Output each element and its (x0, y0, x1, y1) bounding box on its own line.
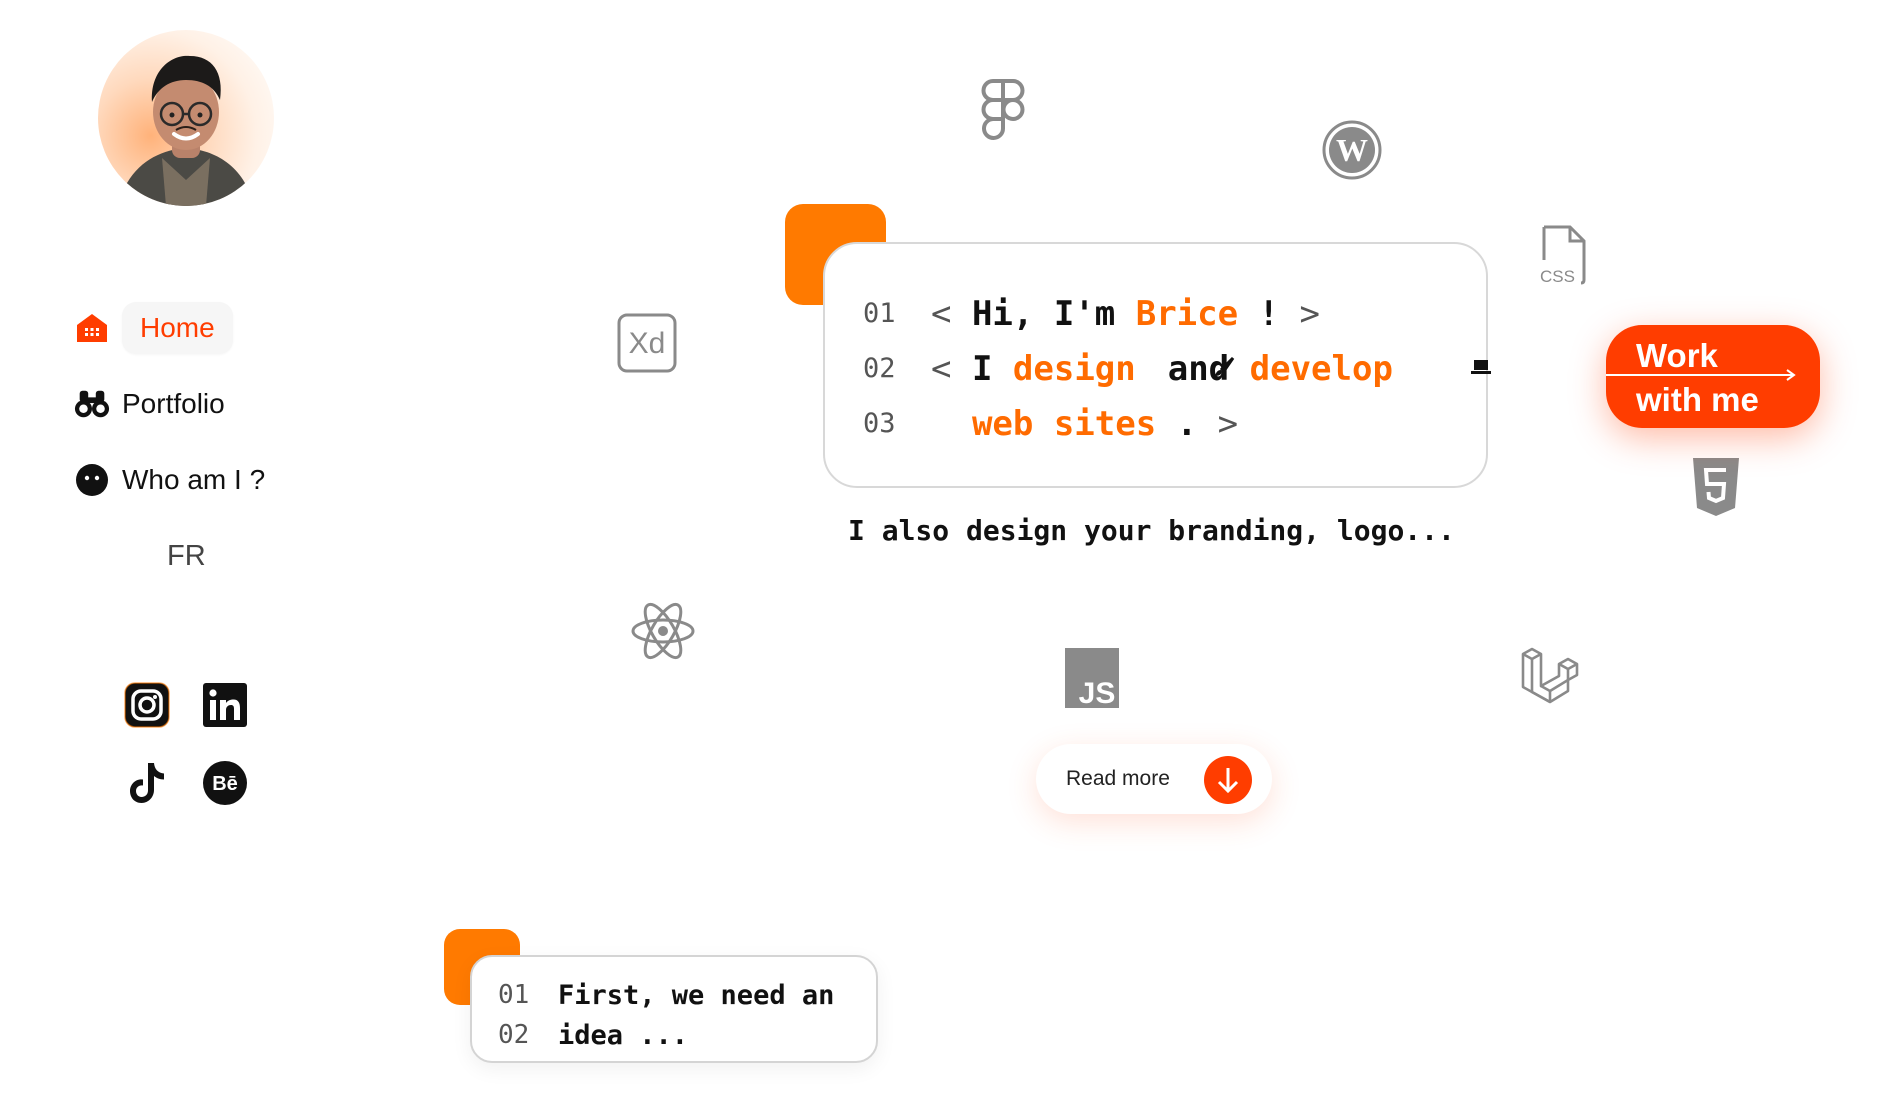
xd-icon: Xd (617, 313, 677, 378)
home-icon (74, 310, 110, 346)
nav-home-label: Home (122, 302, 233, 354)
nav-who-am-i[interactable]: Who am I ? (74, 462, 265, 498)
svg-text:CSS: CSS (1540, 267, 1575, 286)
idea-line-1: 01 First, we need an (498, 979, 835, 1011)
work-with-me-button[interactable]: Work with me (1606, 325, 1820, 428)
linkedin-icon[interactable] (202, 682, 248, 728)
paintbrush-icon (1136, 337, 1235, 401)
svg-text:Xd: Xd (629, 327, 666, 360)
instagram-icon[interactable] (124, 682, 170, 728)
figma-icon (980, 78, 1026, 145)
arrow-down-icon (1204, 756, 1252, 804)
hero-code-card: 01 < Hi, I'm Brice ! > 02 < I design and… (823, 242, 1491, 488)
laravel-icon (1520, 646, 1582, 715)
nav-who-am-i-label: Who am I ? (122, 464, 266, 495)
arrow-right-icon (1606, 369, 1796, 381)
code-line-3: 03 web sites . > (863, 403, 1239, 444)
css-icon: CSS (1536, 224, 1588, 291)
nav-home[interactable]: Home (74, 302, 233, 354)
code-line-1: 01 < Hi, I'm Brice ! > (863, 293, 1320, 334)
svg-text:JS: JS (1079, 677, 1116, 708)
face-icon (74, 462, 110, 498)
tiktok-icon[interactable] (124, 760, 170, 806)
binoculars-icon (74, 386, 110, 422)
read-more-button[interactable]: Read more (1036, 744, 1272, 814)
nav-portfolio-label: Portfolio (122, 388, 225, 419)
avatar (98, 30, 274, 206)
language-switch[interactable]: FR (167, 540, 206, 573)
nav-portfolio[interactable]: Portfolio (74, 386, 225, 422)
wordpress-icon: W (1322, 120, 1382, 185)
idea-line-2: 02 idea ... (498, 1019, 689, 1051)
code-line-2: 02 < I design and develop (863, 339, 1491, 399)
react-icon (630, 600, 696, 667)
behance-icon[interactable]: Bē (202, 760, 248, 806)
laptop-icon (1393, 339, 1491, 399)
svg-text:Bē: Bē (212, 773, 238, 795)
html5-icon (1690, 456, 1742, 523)
js-icon: JS (1065, 648, 1119, 713)
svg-text:W: W (1336, 132, 1368, 168)
subtitle: I also design your branding, logo... (848, 514, 1455, 547)
idea-code-card: 01 First, we need an 02 idea ... (470, 955, 878, 1063)
